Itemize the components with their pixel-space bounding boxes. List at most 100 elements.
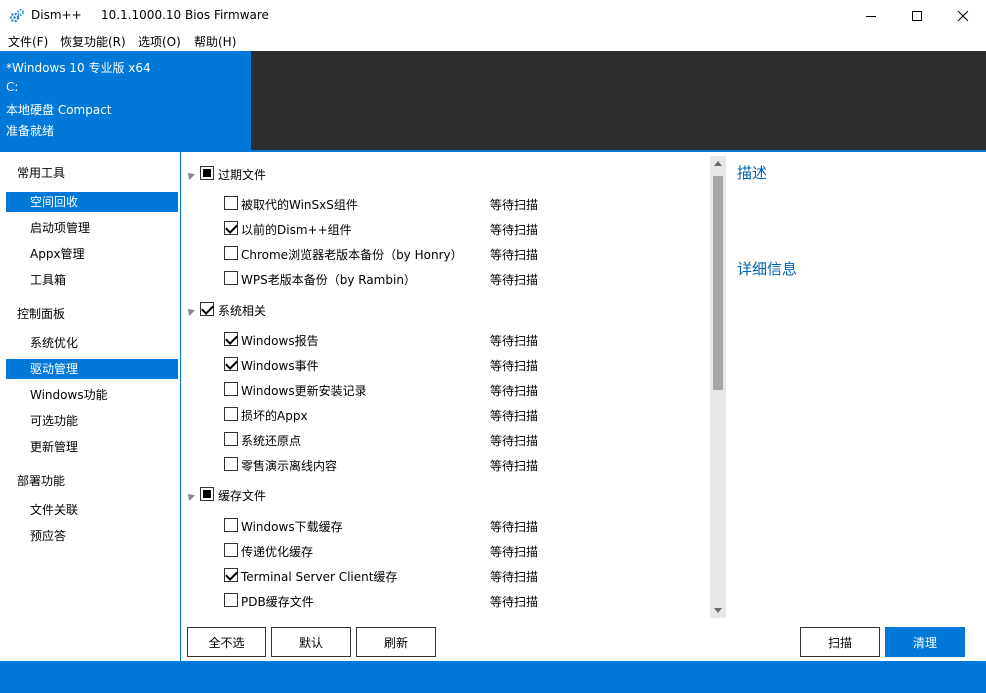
sidebar-item-appx[interactable]: Appx管理 — [6, 244, 178, 264]
item-checkbox[interactable] — [224, 518, 238, 532]
details-panel: 描述 详细信息 — [728, 152, 986, 661]
item-status: 等待扫描 — [490, 198, 539, 212]
item-status: 等待扫描 — [490, 545, 539, 559]
sidebar-category-control-panel: 控制面板 — [17, 307, 66, 321]
title-bar: Dism++ 10.1.1000.10 Bios Firmware — [0, 0, 986, 31]
item-label: PDB缓存文件 — [241, 595, 314, 609]
sidebar-item-startup[interactable]: 启动项管理 — [6, 218, 178, 238]
scan-button[interactable]: 扫描 — [800, 627, 880, 657]
cleanup-list: 过期文件 被取代的WinSxS组件 等待扫描 以前的Dism++组件 等待扫描 … — [182, 152, 728, 661]
default-button[interactable]: 默认 — [271, 627, 351, 657]
item-checkbox[interactable] — [224, 543, 238, 557]
minimize-button[interactable] — [848, 0, 894, 31]
item-checkbox[interactable] — [224, 593, 238, 607]
item-label: 系统还原点 — [241, 434, 302, 448]
details-heading: 详细信息 — [737, 260, 798, 278]
group-label: 过期文件 — [218, 168, 267, 182]
sidebar-item-updates[interactable]: 更新管理 — [6, 437, 178, 457]
sidebar-item-file-assoc[interactable]: 文件关联 — [6, 500, 178, 520]
expand-arrow-icon[interactable] — [185, 306, 195, 316]
item-checkbox[interactable] — [224, 382, 238, 396]
scroll-up-arrow-icon[interactable] — [710, 156, 726, 172]
group-checkbox[interactable] — [200, 166, 214, 180]
menu-help[interactable]: 帮助(H) — [194, 33, 236, 50]
sidebar-item-answer-file[interactable]: 预应答 — [6, 526, 178, 546]
sidebar-item-optional-features[interactable]: 可选功能 — [6, 411, 178, 431]
item-checkbox[interactable] — [224, 407, 238, 421]
item-label: 零售演示离线内容 — [241, 459, 338, 473]
expand-arrow-icon[interactable] — [185, 170, 195, 180]
item-status: 等待扫描 — [490, 273, 539, 287]
close-icon — [957, 10, 969, 21]
menu-file[interactable]: 文件(F) — [8, 33, 48, 50]
item-status: 等待扫描 — [490, 334, 539, 348]
item-status: 等待扫描 — [490, 384, 539, 398]
group-label: 缓存文件 — [218, 489, 267, 503]
item-checkbox[interactable] — [224, 568, 238, 582]
sidebar-item-drivers[interactable]: 驱动管理 — [6, 359, 178, 379]
maximize-button[interactable] — [894, 0, 940, 31]
group-checkbox[interactable] — [200, 302, 214, 316]
menu-options[interactable]: 选项(O) — [138, 33, 181, 50]
group-checkbox[interactable] — [200, 487, 214, 501]
item-checkbox[interactable] — [224, 457, 238, 471]
item-status: 等待扫描 — [490, 520, 539, 534]
system-info-panel[interactable]: *Windows 10 专业版 x64 C: 本地硬盘 Compact 准备就绪 — [0, 51, 251, 150]
scroll-thumb[interactable] — [713, 176, 723, 390]
app-title: Dism++ — [31, 8, 82, 22]
item-label: Windows更新安装记录 — [241, 384, 367, 398]
sidebar-item-space-cleanup[interactable]: 空间回收 — [6, 192, 178, 212]
drive-letter: C: — [6, 80, 19, 94]
item-status: 等待扫描 — [490, 359, 539, 373]
item-status: 等待扫描 — [490, 434, 539, 448]
item-label: Windows事件 — [241, 359, 319, 373]
description-heading: 描述 — [737, 164, 768, 182]
item-status: 等待扫描 — [490, 459, 539, 473]
menu-bar: 文件(F) 恢复功能(R) 选项(O) 帮助(H) — [0, 31, 986, 51]
minimize-icon — [866, 15, 876, 17]
item-status: 等待扫描 — [490, 248, 539, 262]
item-checkbox[interactable] — [224, 357, 238, 371]
item-label: Terminal Server Client缓存 — [241, 570, 398, 584]
item-status: 等待扫描 — [490, 595, 539, 609]
item-checkbox[interactable] — [224, 196, 238, 210]
item-checkbox[interactable] — [224, 432, 238, 446]
item-label: Windows报告 — [241, 334, 319, 348]
item-label: 被取代的WinSxS组件 — [241, 198, 358, 212]
item-label: WPS老版本备份（by Rambin） — [241, 273, 416, 287]
item-checkbox[interactable] — [224, 271, 238, 285]
sidebar: 常用工具 空间回收 启动项管理 Appx管理 工具箱 控制面板 系统优化 驱动管… — [0, 152, 181, 661]
item-label: 以前的Dism++组件 — [241, 223, 352, 237]
status-text: 准备就绪 — [6, 124, 55, 138]
refresh-button[interactable]: 刷新 — [356, 627, 436, 657]
header-dark-area — [251, 51, 986, 150]
sidebar-item-windows-features[interactable]: Windows功能 — [6, 385, 178, 405]
close-button[interactable] — [940, 0, 986, 31]
scroll-down-arrow-icon[interactable] — [710, 602, 726, 618]
item-checkbox[interactable] — [224, 246, 238, 260]
app-gear-icon — [9, 9, 24, 23]
item-label: 传递优化缓存 — [241, 545, 314, 559]
vertical-scrollbar[interactable] — [710, 156, 726, 618]
group-label: 系统相关 — [218, 304, 267, 318]
expand-arrow-icon[interactable] — [185, 491, 195, 501]
clean-button[interactable]: 清理 — [885, 627, 965, 657]
disk-type: 本地硬盘 Compact — [6, 103, 112, 117]
deselect-all-button[interactable]: 全不选 — [187, 627, 266, 657]
item-label: Windows下载缓存 — [241, 520, 343, 534]
item-checkbox[interactable] — [224, 332, 238, 346]
item-checkbox[interactable] — [224, 221, 238, 235]
item-status: 等待扫描 — [490, 570, 539, 584]
item-status: 等待扫描 — [490, 223, 539, 237]
sidebar-category-deploy: 部署功能 — [17, 474, 66, 488]
menu-restore[interactable]: 恢复功能(R) — [60, 33, 126, 50]
sidebar-item-toolbox[interactable]: 工具箱 — [6, 270, 178, 290]
item-status: 等待扫描 — [490, 409, 539, 423]
sidebar-category-common-tools: 常用工具 — [17, 166, 66, 180]
status-bar — [0, 661, 986, 693]
item-label: 损坏的Appx — [241, 409, 308, 423]
sidebar-item-system-optimize[interactable]: 系统优化 — [6, 333, 178, 353]
os-name: *Windows 10 专业版 x64 — [6, 61, 151, 75]
item-label: Chrome浏览器老版本备份（by Honry） — [241, 248, 463, 262]
maximize-icon — [912, 10, 922, 21]
